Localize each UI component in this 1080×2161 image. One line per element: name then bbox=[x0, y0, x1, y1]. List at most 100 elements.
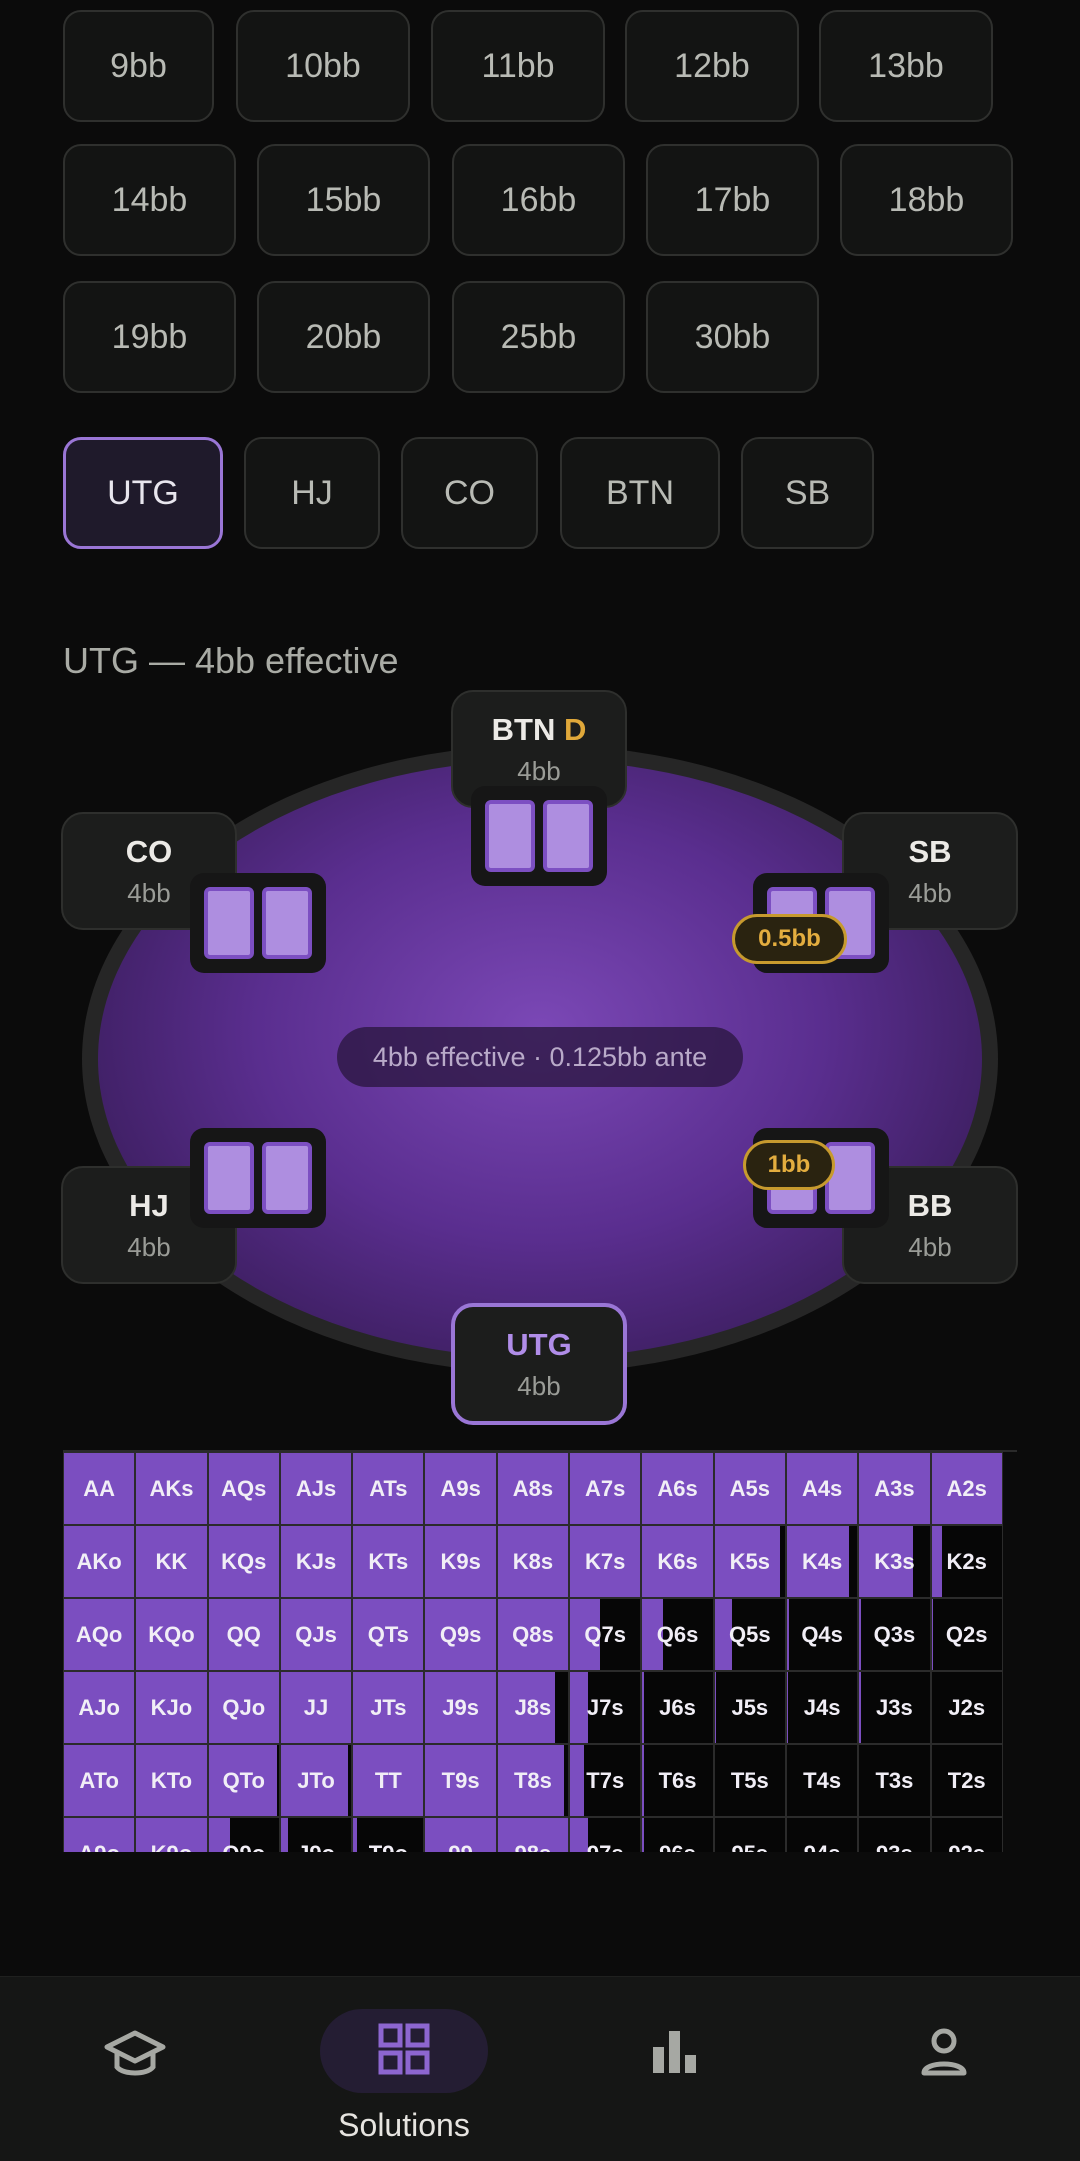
position-chip-co[interactable]: CO bbox=[401, 437, 538, 549]
range-cell[interactable]: A2s bbox=[930, 1452, 1003, 1525]
range-cell[interactable]: A4s bbox=[785, 1452, 859, 1525]
range-cell[interactable]: AKo bbox=[63, 1525, 136, 1598]
range-cell[interactable]: TT bbox=[352, 1744, 425, 1817]
range-cell[interactable]: J7s bbox=[569, 1671, 642, 1744]
range-cell[interactable]: JJ bbox=[279, 1671, 353, 1744]
range-cell[interactable]: ATo bbox=[63, 1744, 136, 1817]
stack-chip-25bb[interactable]: 25bb bbox=[452, 281, 625, 393]
position-chip-utg[interactable]: UTG bbox=[63, 437, 223, 549]
stack-chip-30bb[interactable]: 30bb bbox=[646, 281, 819, 393]
range-cell[interactable]: QTo bbox=[207, 1744, 280, 1817]
nav-profile[interactable] bbox=[889, 1977, 999, 2161]
range-cell[interactable]: J4s bbox=[785, 1671, 859, 1744]
range-cell[interactable]: JTo bbox=[279, 1744, 353, 1817]
range-cell[interactable]: AQo bbox=[63, 1598, 136, 1671]
range-cell[interactable]: Q8s bbox=[496, 1598, 570, 1671]
range-cell[interactable]: 96s bbox=[641, 1817, 714, 1852]
range-cell[interactable]: A8s bbox=[496, 1452, 570, 1525]
range-cell[interactable]: Q4s bbox=[785, 1598, 859, 1671]
range-cell[interactable]: KQo bbox=[135, 1598, 208, 1671]
nav-learn[interactable] bbox=[80, 1977, 190, 2161]
stack-chip-17bb[interactable]: 17bb bbox=[646, 144, 819, 256]
stack-chip-12bb[interactable]: 12bb bbox=[625, 10, 799, 122]
range-cell[interactable]: 97s bbox=[569, 1817, 642, 1852]
range-cell[interactable]: T2s bbox=[930, 1744, 1003, 1817]
range-cell[interactable]: 92s bbox=[930, 1817, 1003, 1852]
range-cell[interactable]: AKs bbox=[135, 1452, 208, 1525]
range-cell[interactable]: A6s bbox=[641, 1452, 714, 1525]
range-cell[interactable]: A7s bbox=[569, 1452, 642, 1525]
stack-chip-13bb[interactable]: 13bb bbox=[819, 10, 993, 122]
range-cell[interactable]: Q2s bbox=[930, 1598, 1003, 1671]
range-cell[interactable]: KQs bbox=[207, 1525, 280, 1598]
stack-chip-11bb[interactable]: 11bb bbox=[431, 10, 605, 122]
stack-chip-16bb[interactable]: 16bb bbox=[452, 144, 625, 256]
nav-solutions[interactable]: Solutions bbox=[320, 1977, 488, 2161]
range-cell[interactable]: K3s bbox=[858, 1525, 931, 1598]
range-cell[interactable]: T7s bbox=[569, 1744, 642, 1817]
range-cell[interactable]: AA bbox=[63, 1452, 136, 1525]
range-cell[interactable]: AJs bbox=[279, 1452, 353, 1525]
range-cell[interactable]: T4s bbox=[785, 1744, 859, 1817]
range-cell[interactable]: J9s bbox=[424, 1671, 497, 1744]
range-cell[interactable]: Q9s bbox=[424, 1598, 497, 1671]
range-cell[interactable]: K2s bbox=[930, 1525, 1003, 1598]
nav-stats[interactable] bbox=[620, 1977, 730, 2161]
range-cell[interactable]: AQs bbox=[207, 1452, 280, 1525]
stack-chip-15bb[interactable]: 15bb bbox=[257, 144, 430, 256]
range-cell[interactable]: A9s bbox=[424, 1452, 497, 1525]
range-cell[interactable]: A9o bbox=[63, 1817, 136, 1852]
range-cell[interactable]: A5s bbox=[713, 1452, 786, 1525]
range-cell[interactable]: Q6s bbox=[641, 1598, 714, 1671]
stack-chip-14bb[interactable]: 14bb bbox=[63, 144, 236, 256]
seat-utg-hero[interactable]: UTG 4bb bbox=[451, 1303, 627, 1425]
range-cell[interactable]: KTo bbox=[135, 1744, 208, 1817]
range-cell[interactable]: QTs bbox=[352, 1598, 425, 1671]
range-cell[interactable]: T3s bbox=[858, 1744, 931, 1817]
range-cell[interactable]: J6s bbox=[641, 1671, 714, 1744]
range-cell[interactable]: K6s bbox=[641, 1525, 714, 1598]
range-cell[interactable]: Q9o bbox=[207, 1817, 280, 1852]
range-cell[interactable]: J3s bbox=[858, 1671, 931, 1744]
range-cell[interactable]: T9o bbox=[352, 1817, 425, 1852]
range-cell[interactable]: J5s bbox=[713, 1671, 786, 1744]
range-cell[interactable]: A3s bbox=[858, 1452, 931, 1525]
range-cell[interactable]: K9s bbox=[424, 1525, 497, 1598]
range-cell[interactable]: KJo bbox=[135, 1671, 208, 1744]
stack-chip-9bb[interactable]: 9bb bbox=[63, 10, 214, 122]
stack-chip-18bb[interactable]: 18bb bbox=[840, 144, 1013, 256]
range-cell[interactable]: T6s bbox=[641, 1744, 714, 1817]
range-cell[interactable]: 94s bbox=[785, 1817, 859, 1852]
range-cell[interactable]: Q3s bbox=[858, 1598, 931, 1671]
range-cell[interactable]: QQ bbox=[207, 1598, 280, 1671]
range-cell[interactable]: J8s bbox=[496, 1671, 570, 1744]
range-cell[interactable]: K8s bbox=[496, 1525, 570, 1598]
position-chip-hj[interactable]: HJ bbox=[244, 437, 380, 549]
range-cell[interactable]: K7s bbox=[569, 1525, 642, 1598]
range-cell[interactable]: T9s bbox=[424, 1744, 497, 1817]
range-cell[interactable]: K9o bbox=[135, 1817, 208, 1852]
range-cell[interactable]: J9o bbox=[279, 1817, 353, 1852]
stack-chip-19bb[interactable]: 19bb bbox=[63, 281, 236, 393]
range-cell[interactable]: Q7s bbox=[569, 1598, 642, 1671]
range-cell[interactable]: KJs bbox=[279, 1525, 353, 1598]
position-chip-sb[interactable]: SB bbox=[741, 437, 874, 549]
range-cell[interactable]: JTs bbox=[352, 1671, 425, 1744]
range-cell[interactable]: KTs bbox=[352, 1525, 425, 1598]
position-chip-btn[interactable]: BTN bbox=[560, 437, 720, 549]
range-cell[interactable]: T5s bbox=[713, 1744, 786, 1817]
stack-chip-10bb[interactable]: 10bb bbox=[236, 10, 410, 122]
range-cell[interactable]: KK bbox=[135, 1525, 208, 1598]
range-cell[interactable]: ATs bbox=[352, 1452, 425, 1525]
range-cell[interactable]: 98s bbox=[496, 1817, 570, 1852]
range-cell[interactable]: K5s bbox=[713, 1525, 786, 1598]
range-cell[interactable]: 93s bbox=[858, 1817, 931, 1852]
range-cell[interactable]: T8s bbox=[496, 1744, 570, 1817]
range-cell[interactable]: Q5s bbox=[713, 1598, 786, 1671]
range-cell[interactable]: J2s bbox=[930, 1671, 1003, 1744]
range-cell[interactable]: QJo bbox=[207, 1671, 280, 1744]
stack-chip-20bb[interactable]: 20bb bbox=[257, 281, 430, 393]
range-cell[interactable]: 99 bbox=[424, 1817, 497, 1852]
range-cell[interactable]: AJo bbox=[63, 1671, 136, 1744]
range-cell[interactable]: 95s bbox=[713, 1817, 786, 1852]
